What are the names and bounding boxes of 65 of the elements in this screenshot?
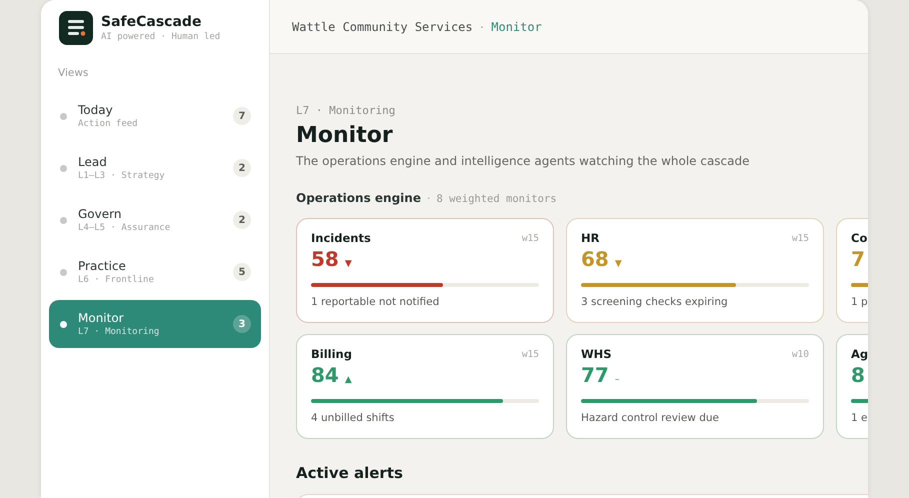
nav-subtitle: L1–L3 · Strategy: [78, 171, 166, 181]
count-badge: 2: [233, 211, 251, 229]
nav-label: Lead: [78, 155, 108, 169]
section-note: 8 weighted monitors: [436, 193, 557, 205]
nav-subtitle: L6 · Frontline: [78, 275, 155, 285]
monitor-note: 3 screening checks expiring: [581, 296, 729, 308]
count-badge: 3: [233, 315, 251, 333]
score-value: 84: [311, 363, 339, 387]
separator: ·: [426, 192, 430, 205]
monitor-note: 1 p: [851, 296, 868, 308]
trend-icon: ▲: [344, 375, 352, 385]
count-badge: 5: [233, 263, 251, 281]
nav-label: Practice: [78, 259, 127, 273]
app-name: SafeCascade: [101, 14, 202, 30]
nav-subtitle: L7 · Monitoring: [78, 327, 160, 337]
score-value: 7: [851, 247, 865, 271]
status-dot-icon: [60, 320, 67, 328]
sidebar-item[interactable]: Today Action feed 7: [49, 92, 261, 140]
monitor-note: 1 e: [851, 412, 868, 424]
monitor-note: 4 unbilled shifts: [311, 412, 396, 424]
monitor-name: WHS: [581, 347, 612, 361]
page-title: Monitor: [296, 123, 394, 148]
score-value: 77: [581, 363, 609, 387]
section-title: Operations engine: [296, 191, 421, 205]
weight-label: w15: [522, 348, 539, 360]
sidebar-item[interactable]: Practice L6 · Frontline 5: [49, 248, 261, 296]
monitor-note: 1 reportable not notified: [311, 296, 440, 308]
app-tagline: AI powered · Human led: [101, 32, 220, 42]
score-value: 68: [581, 247, 609, 271]
nav-label: Monitor: [78, 311, 125, 325]
page-description: The operations engine and intelligence agents watching the whole cascade: [296, 154, 751, 168]
breadcrumb-link[interactable]: Wattle Community Services: [292, 20, 473, 34]
status-dot-icon: [60, 112, 67, 120]
nav-subtitle: L4–L5 · Assurance: [78, 223, 172, 233]
trend-icon: –: [614, 375, 620, 385]
weight-label: w15: [792, 232, 809, 244]
sidebar-item[interactable]: Monitor L7 · Monitoring 3: [49, 300, 261, 348]
weight-label: w15: [522, 232, 539, 244]
separator: ·: [478, 20, 486, 34]
section-title: Active alerts: [296, 464, 404, 482]
monitor-name: HR: [581, 231, 600, 245]
logo-icon: [59, 11, 93, 45]
monitor-name: Billing: [311, 347, 352, 361]
weight-label: w10: [792, 348, 809, 360]
section-label: Views: [58, 67, 90, 79]
monitor-name: Incidents: [311, 231, 371, 245]
monitor-name: Ag: [851, 347, 868, 361]
breadcrumb-current: Monitor: [491, 20, 542, 34]
count-badge: 7: [233, 107, 251, 125]
trend-icon: ▼: [614, 259, 622, 269]
page-eyebrow: L7 · Monitoring: [296, 104, 396, 117]
sidebar-item[interactable]: Govern L4–L5 · Assurance 2: [49, 196, 261, 244]
sidebar-item[interactable]: Lead L1–L3 · Strategy 2: [49, 144, 261, 192]
monitor-note: Hazard control review due: [581, 412, 720, 424]
status-dot-icon: [60, 164, 67, 172]
status-dot-icon: [60, 216, 67, 224]
trend-icon: ▼: [344, 259, 352, 269]
monitor-name: Co: [851, 231, 868, 245]
score-value: 8: [851, 363, 865, 387]
score-value: 58: [311, 247, 339, 271]
count-badge: 2: [233, 159, 251, 177]
nav-label: Govern: [78, 207, 122, 221]
nav-subtitle: Action feed: [78, 119, 139, 129]
nav-label: Today: [78, 103, 114, 117]
status-dot-icon: [60, 268, 67, 276]
